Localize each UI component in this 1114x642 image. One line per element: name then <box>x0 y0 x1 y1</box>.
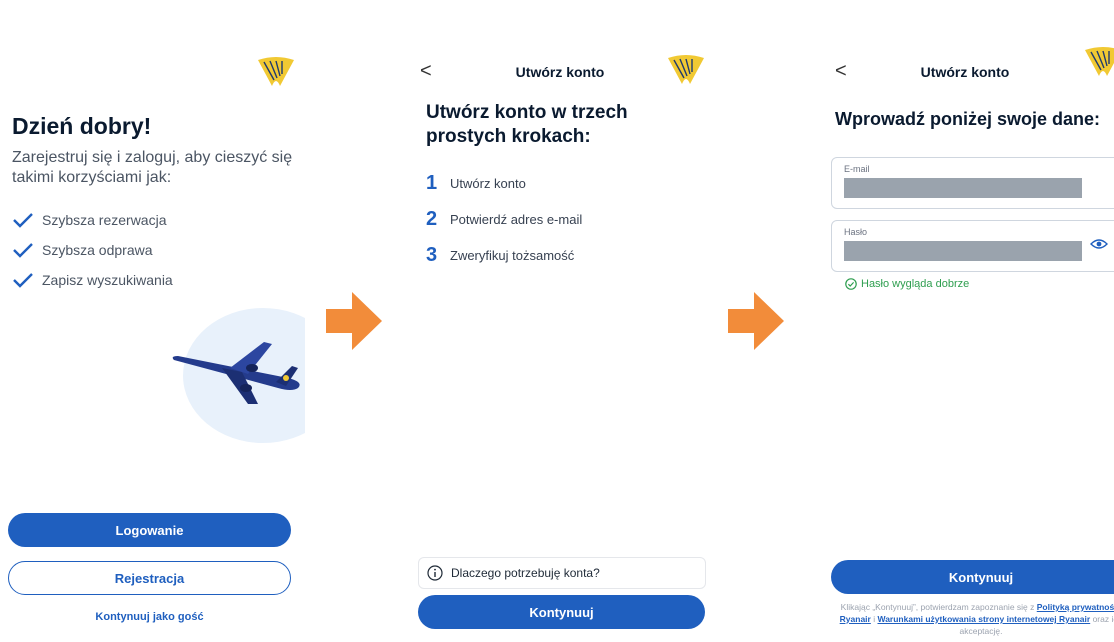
password-field[interactable]: Hasło <box>831 220 1114 272</box>
checkmark-icon <box>13 213 33 228</box>
steps-list: 1 Utwórz konto 2 Potwierdź adres e-mail … <box>426 165 582 273</box>
step-item: 1 Utwórz konto <box>426 165 582 201</box>
email-input[interactable] <box>844 178 1082 198</box>
benefit-item: Zapisz wyszukiwania <box>12 265 173 295</box>
info-icon <box>427 565 443 581</box>
email-field[interactable]: E-mail <box>831 157 1114 209</box>
terms-of-use-link[interactable]: Warunkami użytkowania strony internetowe… <box>877 614 1090 624</box>
benefit-label: Zapisz wyszukiwania <box>42 272 173 288</box>
form-heading: Wprowadź poniżej swoje dane: <box>835 109 1101 129</box>
password-ok-message: Hasło wygląda dobrze <box>845 278 969 290</box>
why-account-info-button[interactable]: Dlaczego potrzebuję konta? <box>418 557 706 589</box>
step-item: 3 Zweryfikuj tożsamość <box>426 237 582 273</box>
register-button[interactable]: Rejestracja <box>8 561 291 595</box>
password-input[interactable] <box>844 241 1082 261</box>
create-account-form-screen: < Utwórz konto Wprowadź poniżej swoje da… <box>825 0 1114 642</box>
ryanair-logo <box>258 57 294 86</box>
arrow-right-icon <box>326 292 382 350</box>
arrow-right-icon <box>728 292 784 350</box>
steps-heading: Utwórz konto w trzech prostych krokach: <box>426 102 628 147</box>
login-button[interactable]: Logowanie <box>8 513 291 547</box>
airplane-illustration <box>172 342 300 404</box>
greeting-heading: Dzień dobry! <box>12 113 152 139</box>
benefits-intro: Zarejestruj się i zaloguj, aby cieszyć s… <box>12 149 293 186</box>
step-item: 2 Potwierdź adres e-mail <box>426 201 582 237</box>
step-number: 3 <box>426 243 438 266</box>
step-label: Utwórz konto <box>450 175 526 191</box>
terms-disclaimer: Klikając „Kontynuuj”, potwierdzam zapozn… <box>831 601 1114 637</box>
benefits-list: Szybsza rezerwacja Szybsza odprawa Zapis… <box>12 205 173 295</box>
benefit-item: Szybsza rezerwacja <box>12 205 173 235</box>
checkmark-icon <box>13 273 33 288</box>
welcome-screen: Dzień dobry! Zarejestruj się i zaloguj, … <box>0 0 305 642</box>
ryanair-logo <box>668 55 704 84</box>
page-title: Utwórz konto <box>920 64 1010 80</box>
step-number: 2 <box>426 207 438 230</box>
check-circle-icon <box>845 278 857 290</box>
benefit-label: Szybsza rezerwacja <box>42 212 167 228</box>
continue-as-guest-link[interactable]: Kontynuuj jako gość <box>8 611 291 623</box>
email-label: E-mail <box>844 164 870 174</box>
benefit-item: Szybsza odprawa <box>12 235 173 265</box>
continue-button[interactable]: Kontynuuj <box>418 595 705 629</box>
eye-icon[interactable] <box>1090 237 1108 251</box>
password-label: Hasło <box>844 227 868 237</box>
checkmark-icon <box>13 243 33 258</box>
page-title: Utwórz konto <box>515 64 605 80</box>
benefit-label: Szybsza odprawa <box>42 242 153 258</box>
why-account-label: Dlaczego potrzebuję konta? <box>451 566 600 580</box>
ryanair-logo <box>1085 47 1114 76</box>
create-account-steps-screen: < Utwórz konto Utwórz konto w trzech pro… <box>410 0 710 642</box>
step-label: Zweryfikuj tożsamość <box>450 247 575 263</box>
continue-button[interactable]: Kontynuuj <box>831 560 1114 594</box>
disclaimer-prefix: Klikając „Kontynuuj”, potwierdzam zapozn… <box>840 602 1037 612</box>
password-ok-label: Hasło wygląda dobrze <box>861 278 970 290</box>
step-number: 1 <box>426 171 438 194</box>
step-label: Potwierdź adres e-mail <box>450 211 583 227</box>
